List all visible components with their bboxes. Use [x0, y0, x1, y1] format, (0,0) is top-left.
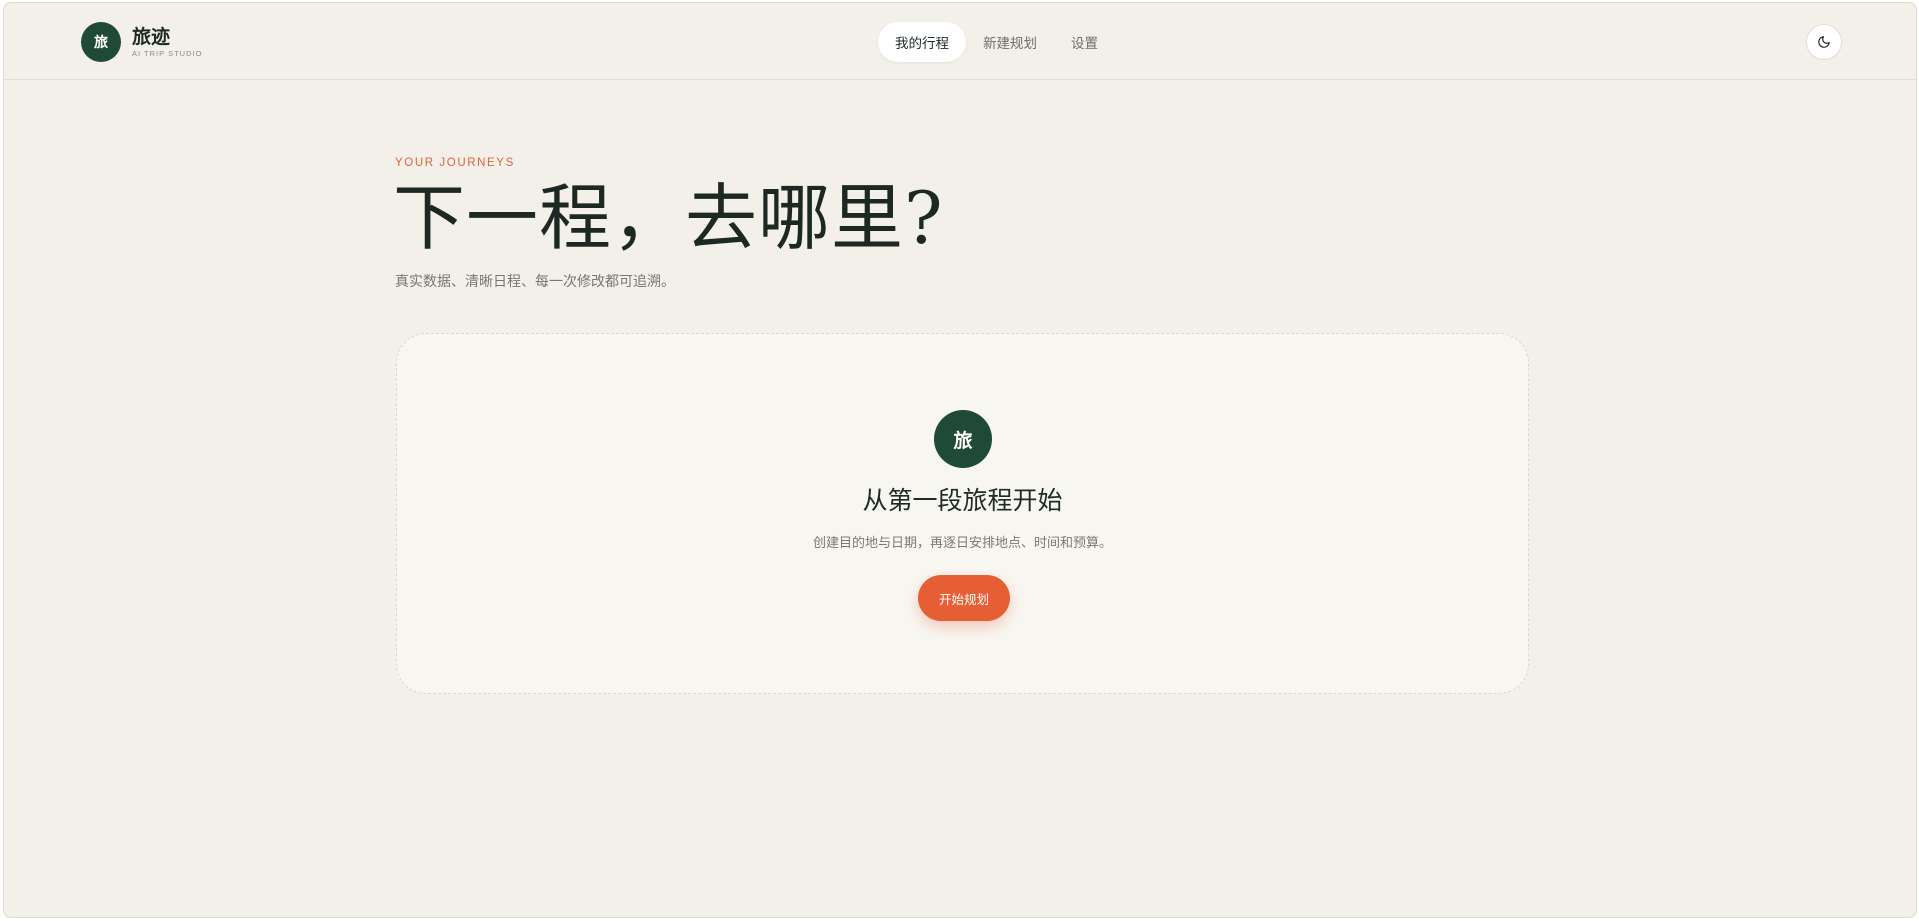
- app-window: 旅 旅迹 AI TRIP STUDIO 我的行程 新建规划 设置 YOUR JO…: [3, 2, 1917, 918]
- nav-settings[interactable]: 设置: [1054, 22, 1115, 62]
- section-eyebrow: YOUR JOURNEYS: [395, 157, 515, 169]
- page-title: 下一程，去哪里?: [393, 176, 944, 260]
- moon-icon: [1818, 36, 1830, 48]
- empty-state-logo: 旅: [934, 410, 992, 468]
- page-subtitle: 真实数据、清晰日程、每一次修改都可追溯。: [395, 274, 675, 290]
- start-planning-button[interactable]: 开始规划: [918, 575, 1010, 621]
- brand-text: 旅迹 AI TRIP STUDIO: [132, 26, 202, 59]
- brand-mark: 旅: [81, 22, 121, 62]
- main-nav: 我的行程 新建规划 设置: [878, 22, 1115, 62]
- nav-my-trips[interactable]: 我的行程: [878, 22, 966, 62]
- brand-name: 旅迹: [132, 25, 171, 48]
- empty-state-title: 从第一段旅程开始: [862, 486, 1063, 515]
- theme-toggle-button[interactable]: [1806, 24, 1842, 60]
- brand-logo[interactable]: 旅 旅迹 AI TRIP STUDIO: [81, 22, 202, 62]
- nav-new-plan[interactable]: 新建规划: [966, 22, 1054, 62]
- brand-subtitle: AI TRIP STUDIO: [132, 48, 203, 58]
- top-bar: 旅 旅迹 AI TRIP STUDIO 我的行程 新建规划 设置: [4, 3, 1916, 80]
- empty-state-card: 旅 从第一段旅程开始 创建目的地与日期，再逐日安排地点、时间和预算。 开始规划: [396, 333, 1529, 694]
- empty-state-description: 创建目的地与日期，再逐日安排地点、时间和预算。: [812, 536, 1112, 551]
